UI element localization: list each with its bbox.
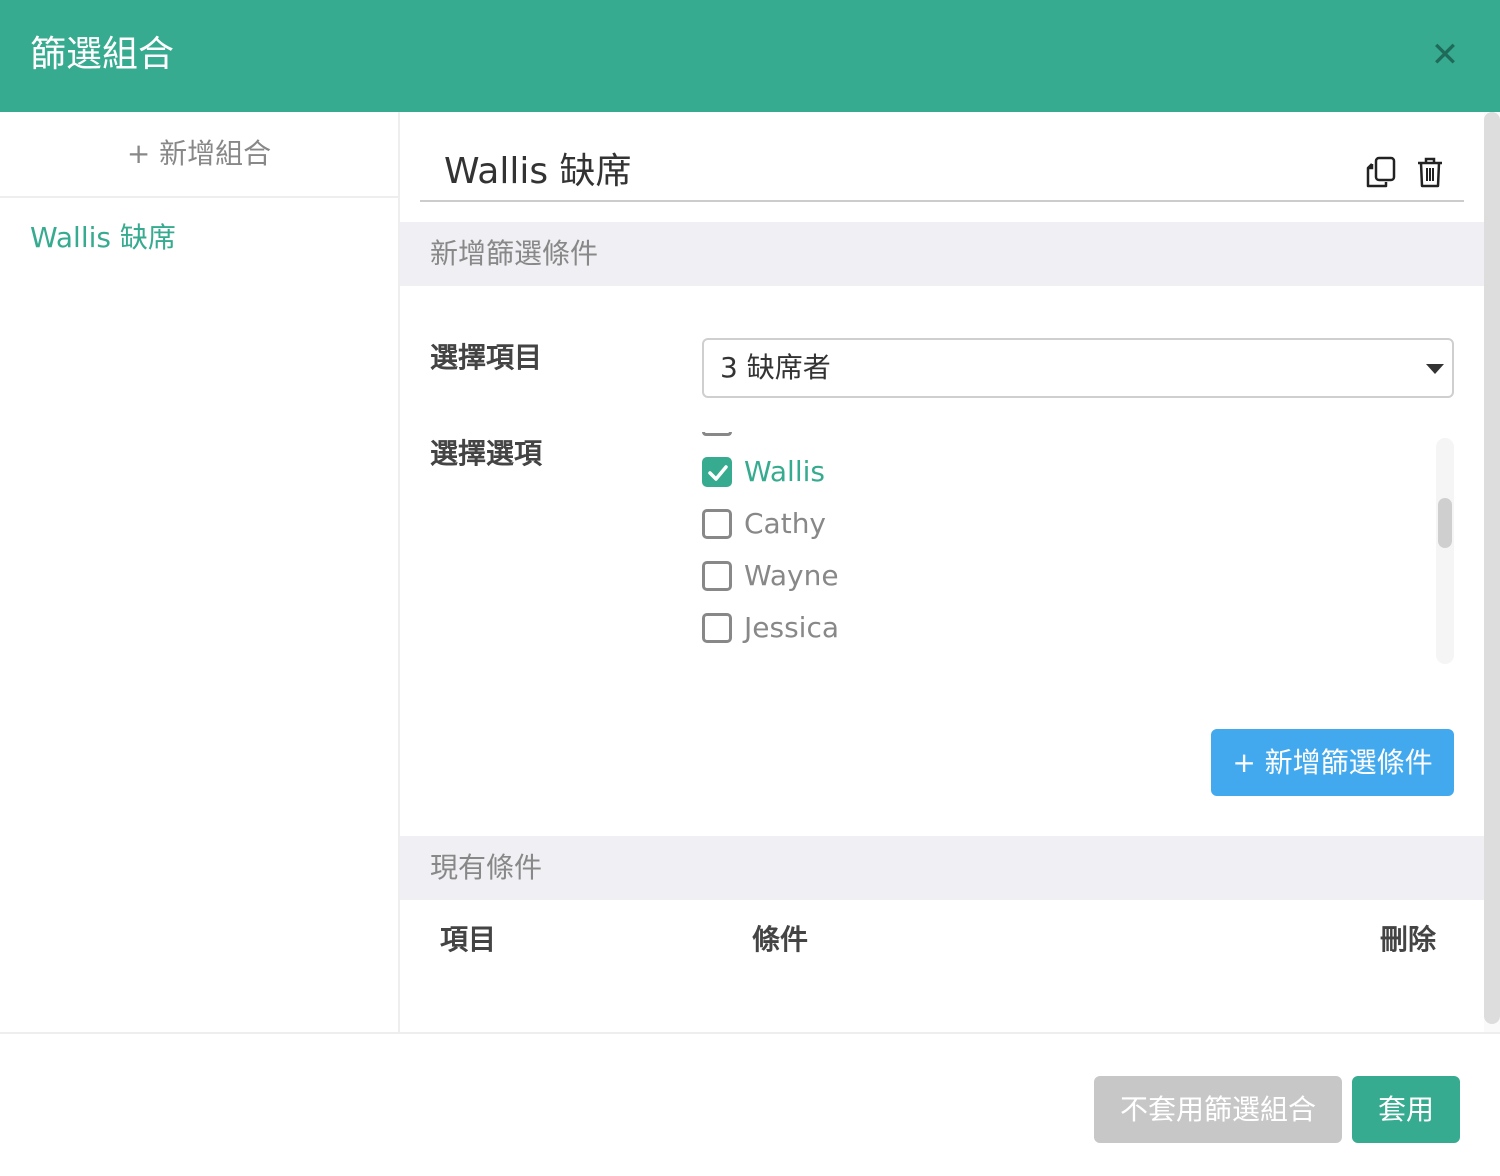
column-header-condition: 條件 bbox=[752, 923, 809, 956]
select-item-label: 選擇項目 bbox=[430, 341, 543, 374]
combo-name-row: Wallis 缺席 bbox=[420, 142, 1464, 202]
cancel-combo-button[interactable]: 不套用篩選組合 bbox=[1094, 1076, 1342, 1143]
apply-button[interactable]: 套用 bbox=[1352, 1076, 1460, 1143]
existing-conditions-title: 現有條件 bbox=[430, 851, 543, 884]
column-header-item: 項目 bbox=[440, 923, 497, 956]
option-label: Wallis bbox=[744, 455, 825, 488]
select-item-dropdown[interactable]: 3 缺席者 bbox=[702, 338, 1454, 398]
add-combo-button[interactable]: + 新增組合 bbox=[0, 112, 398, 198]
checkbox[interactable] bbox=[702, 613, 732, 643]
option-label: Cathy bbox=[744, 507, 827, 540]
combo-name[interactable]: Wallis 缺席 bbox=[444, 150, 632, 194]
editor-scrollbar-thumb[interactable] bbox=[1484, 112, 1500, 1024]
trash-icon[interactable] bbox=[1412, 154, 1448, 190]
chevron-down-icon bbox=[1426, 364, 1444, 374]
options-scrollbar[interactable] bbox=[1436, 438, 1454, 664]
existing-conditions-section-header: 現有條件 bbox=[400, 836, 1484, 900]
copy-icon[interactable] bbox=[1364, 154, 1400, 190]
options-scrollbar-thumb[interactable] bbox=[1438, 498, 1452, 548]
add-condition-button[interactable]: + 新增篩選條件 bbox=[1211, 729, 1454, 796]
checkbox-partial bbox=[702, 432, 732, 436]
checkbox-checked[interactable] bbox=[702, 457, 732, 487]
dialog-header: 篩選組合 ✕ bbox=[0, 0, 1500, 112]
checkbox[interactable] bbox=[702, 509, 732, 539]
add-condition-section-title: 新增篩選條件 bbox=[430, 237, 599, 270]
select-item-value: 3 缺席者 bbox=[720, 351, 831, 384]
combo-editor: Wallis 缺席 新增篩選條件 選擇項目 3 缺席者 選擇選項 Wallis … bbox=[400, 112, 1484, 1032]
close-icon[interactable]: ✕ bbox=[1420, 30, 1470, 80]
option-label: Jessica bbox=[744, 611, 839, 644]
option-label: Wayne bbox=[744, 559, 839, 592]
checkbox[interactable] bbox=[702, 561, 732, 591]
dialog-title: 篩選組合 bbox=[30, 34, 175, 75]
sidebar-item-wallis-absent[interactable]: Wallis 缺席 bbox=[30, 218, 176, 258]
column-header-delete: 刪除 bbox=[1380, 923, 1437, 956]
options-list: Wallis Cathy Wayne Jessica bbox=[696, 432, 1456, 664]
combo-sidebar: + 新增組合 Wallis 缺席 bbox=[0, 112, 400, 1032]
editor-scrollbar[interactable] bbox=[1484, 112, 1500, 1032]
select-options-label: 選擇選項 bbox=[430, 437, 543, 470]
add-condition-section-header: 新增篩選條件 bbox=[400, 222, 1484, 286]
dialog-footer: 不套用篩選組合 套用 bbox=[0, 1032, 1500, 1176]
